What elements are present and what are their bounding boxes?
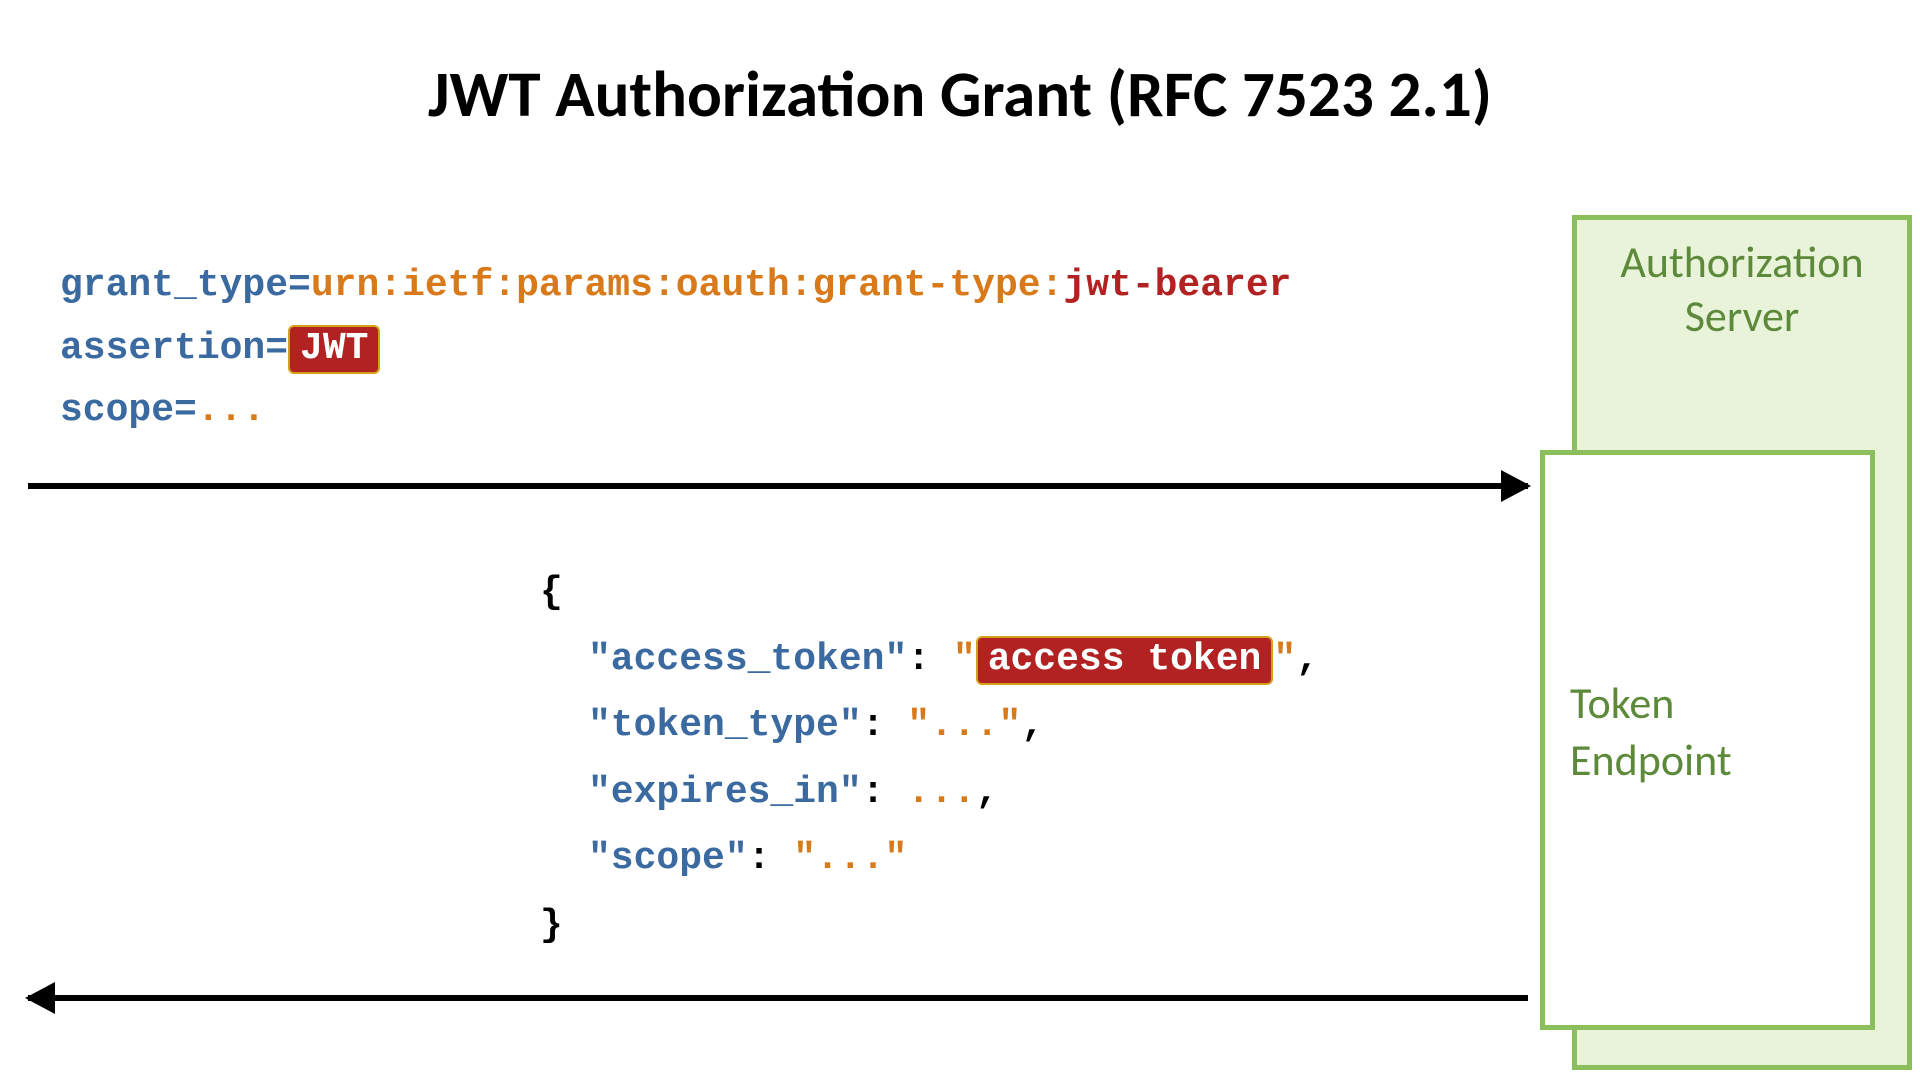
grant-type-urn: urn:ietf:params:oauth:grant-type: xyxy=(311,264,1064,307)
token-type-value: "..." xyxy=(907,704,1021,747)
quote-open: " xyxy=(953,638,976,681)
response-arrow xyxy=(28,995,1528,1001)
comma: , xyxy=(1021,704,1044,747)
authz-label-2: Server xyxy=(1577,289,1907,343)
brace-open: { xyxy=(540,560,1319,627)
equals-sign: = xyxy=(174,389,197,432)
expires-in-line: "expires_in": ..., xyxy=(540,760,1319,827)
grant-type-suffix: jwt-bearer xyxy=(1063,264,1291,307)
comma: , xyxy=(976,771,999,814)
colon: : xyxy=(862,704,885,747)
access-token-badge: access token xyxy=(976,636,1274,686)
brace-close: } xyxy=(540,893,1319,960)
comma: , xyxy=(1296,638,1319,681)
slide-title: JWT Authorization Grant (RFC 7523 2.1) xyxy=(0,55,1920,134)
equals-sign: = xyxy=(288,264,311,307)
equals-sign: = xyxy=(265,327,288,370)
jwt-badge: JWT xyxy=(288,325,380,375)
access-token-line: "access_token": "access token", xyxy=(540,627,1319,694)
token-endpoint-box: Token Endpoint xyxy=(1540,450,1875,1030)
colon: : xyxy=(862,771,885,814)
request-arrow xyxy=(28,483,1528,489)
scope-key: scope xyxy=(60,389,174,432)
scope-resp-key: "scope" xyxy=(588,837,748,880)
token-label-1: Token xyxy=(1570,675,1845,732)
grant-type-key: grant_type xyxy=(60,264,288,307)
colon: : xyxy=(748,837,771,880)
request-params-block: grant_type=urn:ietf:params:oauth:grant-t… xyxy=(60,255,1291,443)
scope-resp-line: "scope": "..." xyxy=(540,826,1319,893)
quote-close: " xyxy=(1273,638,1296,681)
scope-line: scope=... xyxy=(60,380,1291,443)
assertion-line: assertion=JWT xyxy=(60,318,1291,381)
grant-type-line: grant_type=urn:ietf:params:oauth:grant-t… xyxy=(60,255,1291,318)
expires-in-key: "expires_in" xyxy=(588,771,862,814)
assertion-key: assertion xyxy=(60,327,265,370)
response-json-block: { "access_token": "access token", "token… xyxy=(540,560,1319,959)
expires-in-value: ... xyxy=(907,771,975,814)
token-type-line: "token_type": "...", xyxy=(540,693,1319,760)
access-token-key: "access_token" xyxy=(588,638,907,681)
authz-label: Authorization xyxy=(1577,235,1907,289)
scope-resp-value: "..." xyxy=(793,837,907,880)
token-label-2: Endpoint xyxy=(1570,732,1845,789)
token-type-key: "token_type" xyxy=(588,704,862,747)
colon: : xyxy=(907,638,930,681)
scope-value: ... xyxy=(197,389,265,432)
